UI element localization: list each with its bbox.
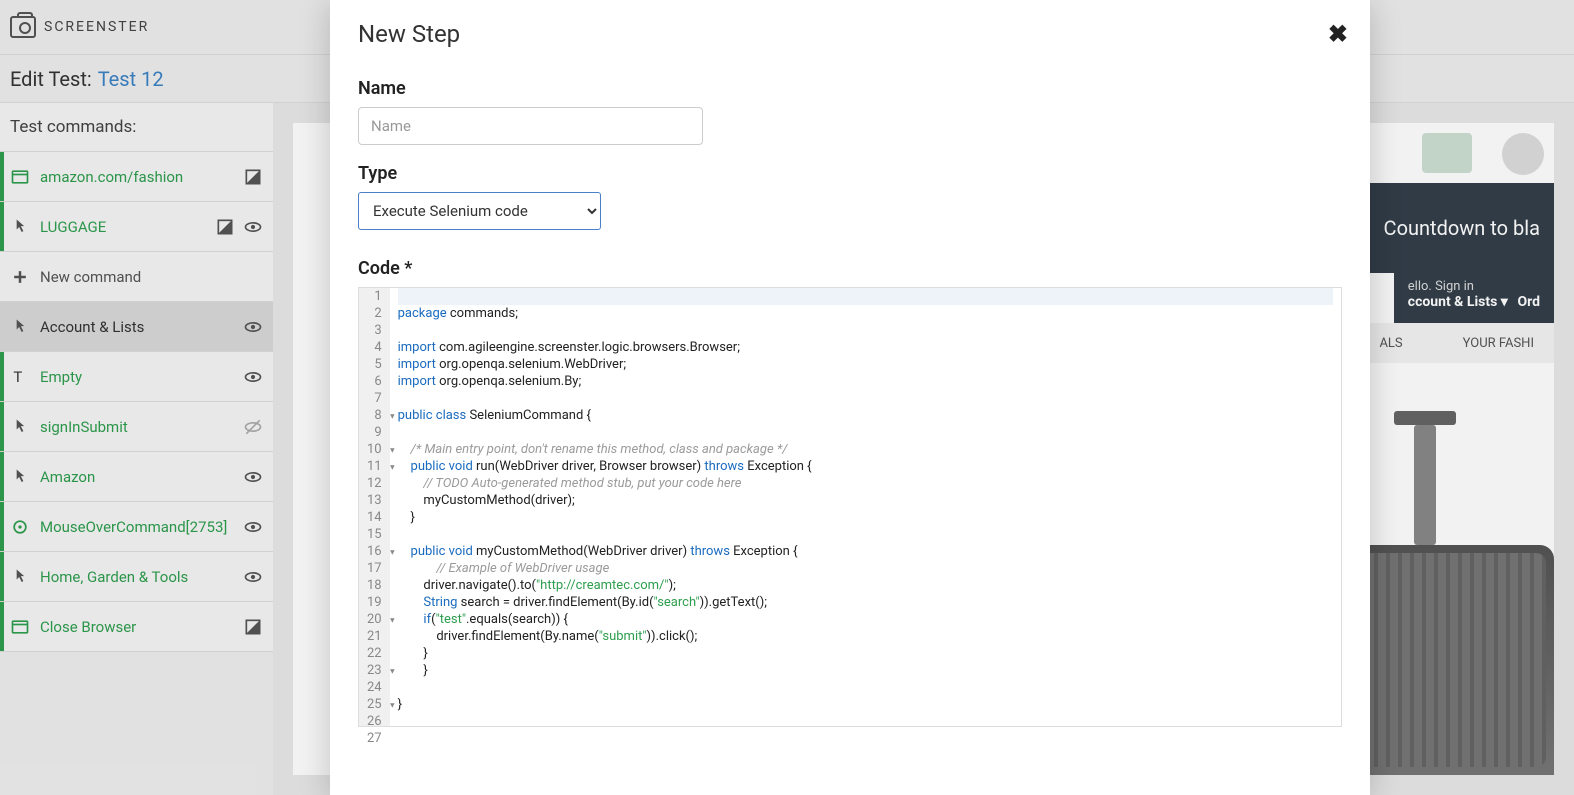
close-icon[interactable]: ✖: [1328, 20, 1348, 48]
code-label: Code *: [358, 258, 1342, 279]
new-step-modal: ✖ New Step Name Type Execute Selenium co…: [330, 0, 1370, 795]
name-input[interactable]: [358, 107, 703, 145]
type-label: Type: [358, 163, 1342, 184]
modal-title: New Step: [358, 20, 1342, 48]
name-label: Name: [358, 78, 1342, 99]
type-select[interactable]: Execute Selenium code: [358, 192, 601, 230]
code-editor[interactable]: 1234567891011121314151617181920212223242…: [358, 287, 1342, 727]
